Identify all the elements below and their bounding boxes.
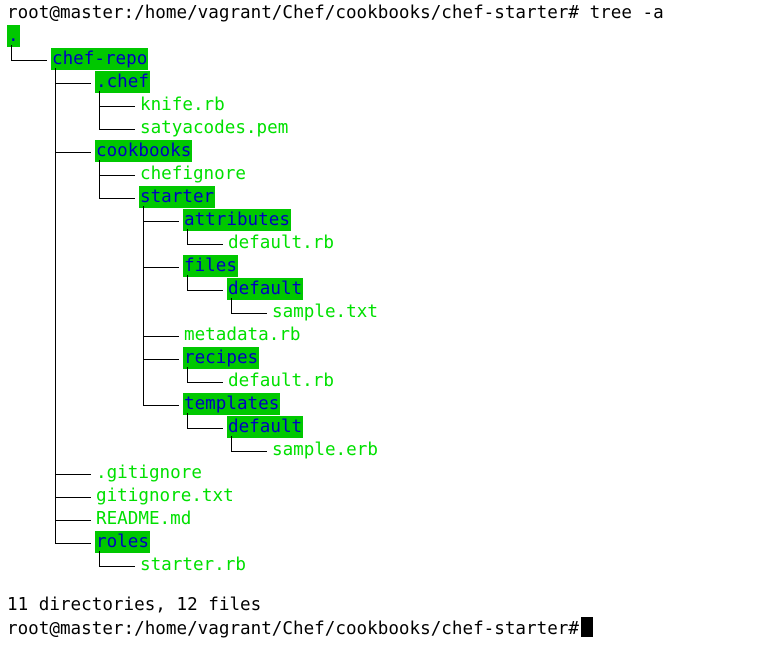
- tree-connector: [187, 428, 223, 429]
- tree-connector: [143, 359, 179, 360]
- tree-summary: 11 directories, 12 files: [7, 595, 262, 615]
- typed-command: tree -a: [579, 3, 664, 23]
- tree-directory: files: [183, 255, 238, 277]
- tree-row: default: [227, 416, 304, 438]
- tree-connector: [231, 298, 232, 314]
- tree-directory: chef-repo: [51, 48, 149, 70]
- tree-connector: [99, 91, 100, 130]
- tree-row: cookbooks: [95, 140, 193, 162]
- tree-connector: [231, 436, 232, 452]
- tree-connector: [187, 367, 188, 383]
- tree-connector: [11, 45, 12, 61]
- terminal-window[interactable]: root@master:/home/vagrant/Chef/cookbooks…: [0, 0, 771, 653]
- tree-connector: [187, 229, 188, 245]
- tree-connector: [99, 198, 135, 199]
- tree-file: default.rb: [228, 233, 334, 253]
- tree-file: sample.erb: [272, 440, 378, 460]
- shell-prompt-current: root@master:/home/vagrant/Chef/cookbooks…: [7, 619, 579, 639]
- tree-file: starter.rb: [140, 555, 246, 575]
- tree-connector: [187, 413, 188, 429]
- tree-row: attributes: [183, 209, 291, 231]
- tree-directory: .: [7, 25, 20, 47]
- current-prompt-line[interactable]: root@master:/home/vagrant/Chef/cookbooks…: [7, 617, 593, 639]
- tree-connector: [55, 83, 91, 84]
- tree-file: chefignore: [140, 164, 246, 184]
- tree-row: files: [183, 255, 238, 277]
- tree-directory: starter: [139, 186, 216, 208]
- tree-connector: [143, 336, 179, 337]
- tree-file: knife.rb: [140, 95, 225, 115]
- command-line: root@master:/home/vagrant/Chef/cookbooks…: [7, 2, 664, 24]
- tree-connector: [187, 244, 223, 245]
- tree-file: satyacodes.pem: [140, 118, 289, 138]
- tree-file: gitignore.txt: [96, 486, 234, 506]
- tree-row: starter.rb: [139, 554, 247, 576]
- text-cursor: [581, 617, 593, 637]
- tree-row: sample.erb: [271, 439, 379, 461]
- tree-connector: [55, 474, 91, 475]
- tree-connector: [99, 175, 135, 176]
- tree-row: metadata.rb: [183, 324, 302, 346]
- tree-connector: [55, 543, 91, 544]
- tree-row: default: [227, 278, 304, 300]
- tree-row: knife.rb: [139, 94, 226, 116]
- tree-directory: roles: [95, 531, 150, 553]
- tree-connector: [11, 60, 47, 61]
- tree-row: chef-repo: [51, 48, 149, 70]
- tree-connector: [143, 405, 179, 406]
- tree-directory: recipes: [183, 347, 260, 369]
- tree-connector: [187, 382, 223, 383]
- tree-row: default.rb: [227, 370, 335, 392]
- tree-connector: [55, 68, 56, 544]
- tree-row: README.md: [95, 508, 192, 530]
- tree-row: roles: [95, 531, 150, 553]
- tree-connector: [231, 313, 267, 314]
- tree-file: README.md: [96, 509, 192, 529]
- tree-row: chefignore: [139, 163, 247, 185]
- tree-connector: [143, 206, 144, 406]
- tree-row: recipes: [183, 347, 260, 369]
- tree-row: starter: [139, 186, 216, 208]
- tree-directory: default: [227, 416, 304, 438]
- tree-file: .gitignore: [96, 463, 202, 483]
- tree-connector: [99, 160, 100, 199]
- tree-connector: [187, 290, 223, 291]
- tree-row: .gitignore: [95, 462, 203, 484]
- tree-connector: [99, 551, 100, 567]
- tree-connector: [231, 451, 267, 452]
- tree-row: default.rb: [227, 232, 335, 254]
- tree-row: templates: [183, 393, 281, 415]
- tree-directory: templates: [183, 393, 281, 415]
- tree-directory: .chef: [95, 71, 150, 93]
- tree-connector: [99, 566, 135, 567]
- tree-directory: default: [227, 278, 304, 300]
- tree-file: default.rb: [228, 371, 334, 391]
- tree-connector: [55, 497, 91, 498]
- tree-connector: [99, 106, 135, 107]
- tree-connector: [55, 152, 91, 153]
- tree-directory: attributes: [183, 209, 291, 231]
- tree-row: gitignore.txt: [95, 485, 235, 507]
- tree-row: .chef: [95, 71, 150, 93]
- tree-file: sample.txt: [272, 302, 378, 322]
- tree-connector: [143, 221, 179, 222]
- tree-row: sample.txt: [271, 301, 379, 323]
- tree-connector: [143, 267, 179, 268]
- tree-connector: [187, 275, 188, 291]
- tree-file: metadata.rb: [184, 325, 301, 345]
- tree-connector: [99, 129, 135, 130]
- tree-directory: cookbooks: [95, 140, 193, 162]
- shell-prompt: root@master:/home/vagrant/Chef/cookbooks…: [7, 3, 579, 23]
- tree-row: satyacodes.pem: [139, 117, 289, 139]
- tree-connector: [55, 520, 91, 521]
- tree-row: .: [7, 25, 20, 47]
